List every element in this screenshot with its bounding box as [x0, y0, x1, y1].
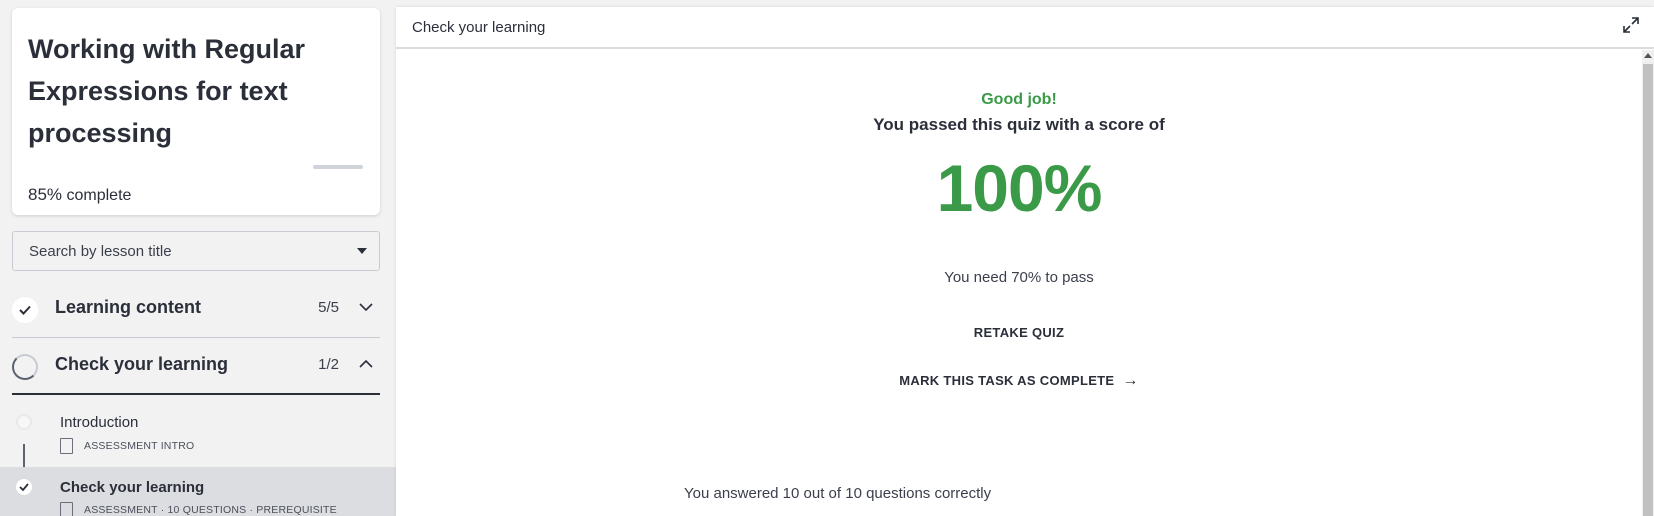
pass-requirement: You need 70% to pass	[944, 269, 1094, 286]
progress-text: 85% complete	[28, 185, 131, 205]
quiz-icon	[60, 502, 73, 516]
incomplete-dot-icon	[16, 414, 32, 430]
result-heading: Good job!	[981, 91, 1057, 108]
section-check-your-learning[interactable]: Check your learning 1/2	[12, 339, 380, 395]
section-learning-content[interactable]: Learning content 5/5	[12, 282, 380, 338]
progress-label: complete	[66, 187, 132, 204]
section-title: Check your learning	[55, 354, 229, 374]
caret-down-icon	[357, 248, 367, 254]
course-title: Working with Regular Expressions for tex…	[28, 34, 306, 148]
scroll-thumb[interactable]	[1643, 64, 1653, 516]
sidebar: Working with Regular Expressions for tex…	[0, 0, 396, 516]
section-title: Learning content	[55, 297, 202, 317]
progress-percent: 85%	[28, 185, 63, 204]
result-message: You passed this quiz with a score of	[873, 115, 1165, 134]
chevron-down-icon[interactable]	[356, 298, 376, 314]
check-icon	[12, 297, 38, 323]
lesson-meta: ASSESSMENT INTRO	[84, 440, 195, 452]
retake-quiz-button[interactable]: RETAKE QUIZ	[396, 325, 1642, 340]
expand-icon[interactable]	[1620, 16, 1642, 38]
mark-complete-label: MARK THIS TASK AS COMPLETE	[899, 373, 1115, 388]
lesson-title: Introduction	[60, 414, 139, 431]
search-placeholder: Search by lesson title	[29, 243, 172, 260]
lesson-title: Check your learning	[60, 479, 205, 496]
scroll-up-icon[interactable]	[1644, 53, 1652, 58]
progress-bar	[313, 165, 363, 169]
lesson-meta: ASSESSMENT · 10 QUESTIONS · PREREQUISITE	[84, 504, 337, 516]
mark-complete-button[interactable]: MARK THIS TASK AS COMPLETE →	[396, 372, 1642, 390]
main-header: Check your learning	[396, 7, 1654, 49]
lesson-item-introduction[interactable]: Introduction ASSESSMENT INTRO	[12, 410, 396, 460]
course-card: Working with Regular Expressions for tex…	[12, 8, 380, 215]
section-count: 1/2	[318, 356, 339, 373]
retake-label: RETAKE QUIZ	[973, 325, 1065, 340]
answered-summary: You answered 10 out of 10 questions corr…	[684, 485, 992, 502]
score-value: 100%	[936, 151, 1103, 225]
progress-ring-icon	[12, 354, 38, 380]
page-title: Check your learning	[412, 19, 546, 36]
lesson-search-dropdown[interactable]: Search by lesson title	[12, 231, 380, 271]
document-icon	[60, 438, 73, 454]
section-count: 5/5	[318, 299, 339, 316]
chevron-up-icon[interactable]	[356, 355, 376, 371]
arrow-right-icon: →	[1122, 372, 1139, 389]
scrollbar[interactable]	[1642, 50, 1654, 516]
lesson-item-check-your-learning[interactable]: Check your learning ASSESSMENT · 10 QUES…	[0, 467, 396, 516]
main-panel: Check your learning Good job! You passed…	[396, 7, 1654, 516]
check-icon	[16, 479, 32, 495]
